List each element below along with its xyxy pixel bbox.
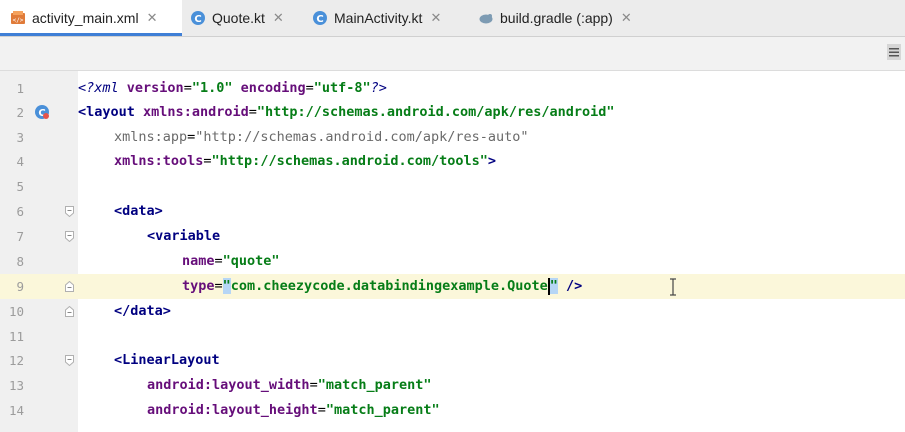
svg-text:</>: </> — [13, 17, 24, 24]
close-icon[interactable]: ✕ — [147, 10, 158, 26]
tab-build-gradle[interactable]: build.gradle (:app) ✕ — [478, 0, 648, 36]
close-icon[interactable]: ✕ — [621, 10, 632, 26]
kotlin-gutter-icon[interactable]: C — [33, 103, 51, 121]
tab-label: MainActivity.kt — [334, 10, 423, 26]
code-text: android:layout_height="match_parent" — [147, 402, 440, 418]
fold-icon[interactable] — [65, 355, 74, 366]
code-text: xmlns:app="http://schemas.android.com/ap… — [114, 129, 529, 145]
code-text: <layout xmlns:android="http://schemas.an… — [78, 104, 615, 120]
xml-file-icon: </> — [11, 11, 25, 24]
code-text: type="com.cheezycode.databindingexample.… — [182, 277, 583, 295]
line-number: 11 — [8, 329, 24, 344]
code-line: 13 android:layout_width="match_parent" — [0, 373, 905, 398]
line-number: 6 — [16, 204, 24, 219]
code-text: <LinearLayout — [114, 352, 220, 368]
line-number: 1 — [16, 81, 24, 96]
code-line: 2 C <layout xmlns:android="http://schema… — [0, 100, 905, 125]
code-text: <variable — [147, 228, 221, 244]
fold-icon[interactable] — [65, 231, 74, 242]
close-icon[interactable]: ✕ — [430, 10, 441, 26]
editor-toolbar-strip — [0, 37, 905, 71]
line-number: 2 — [16, 105, 24, 120]
code-line-current: 9 type="com.cheezycode.databindingexampl… — [0, 274, 905, 299]
code-text: <?xml version="1.0" encoding="utf-8"?> — [78, 80, 387, 96]
code-line: 5 — [0, 174, 905, 199]
line-number: 3 — [16, 130, 24, 145]
editor-tab-bar: </> activity_main.xml ✕ C Quote.kt ✕ C M… — [0, 0, 905, 37]
code-line: 4 xmlns:tools="http://schemas.android.co… — [0, 149, 905, 174]
code-line: 7 <variable — [0, 224, 905, 249]
line-number: 7 — [16, 229, 24, 244]
line-number: 12 — [8, 353, 24, 368]
tab-label: activity_main.xml — [32, 10, 139, 26]
close-icon[interactable]: ✕ — [273, 10, 284, 26]
code-line: 12 <LinearLayout — [0, 348, 905, 373]
tab-quote-kt[interactable]: C Quote.kt ✕ — [190, 0, 302, 36]
line-number: 8 — [16, 254, 24, 269]
line-number: 4 — [16, 154, 24, 169]
code-line: 1 <?xml version="1.0" encoding="utf-8"?> — [0, 76, 905, 101]
gradle-file-icon — [479, 14, 493, 24]
line-number: 9 — [16, 279, 24, 294]
tab-mainactivity-kt[interactable]: C MainActivity.kt ✕ — [312, 0, 470, 36]
code-line: 6 <data> — [0, 199, 905, 224]
tab-activity-main-xml[interactable]: </> activity_main.xml ✕ — [0, 0, 182, 36]
svg-text:C: C — [316, 14, 323, 25]
code-line: 10 </data> — [0, 299, 905, 324]
code-text: android:layout_width="match_parent" — [147, 377, 432, 393]
line-number: 5 — [16, 179, 24, 194]
code-line: 11 — [0, 324, 905, 349]
code-line: 8 name="quote" — [0, 249, 905, 274]
tab-label: Quote.kt — [212, 10, 265, 26]
line-number: 10 — [8, 304, 24, 319]
code-line: 14 android:layout_height="match_parent" — [0, 398, 905, 423]
tab-label: build.gradle (:app) — [500, 10, 613, 26]
fold-icon[interactable] — [65, 206, 74, 217]
menu-icon[interactable] — [887, 42, 901, 62]
mouse-ibeam-cursor-icon — [670, 278, 676, 296]
kotlin-file-icon: C — [313, 11, 327, 25]
fold-icon[interactable] — [65, 306, 74, 317]
code-text: name="quote" — [182, 253, 280, 269]
code-line: 3 xmlns:app="http://schemas.android.com/… — [0, 125, 905, 150]
code-text: <data> — [114, 203, 163, 219]
fold-icon[interactable] — [65, 281, 74, 292]
svg-text:C: C — [194, 14, 201, 25]
code-text: </data> — [114, 303, 171, 319]
code-text: xmlns:tools="http://schemas.android.com/… — [114, 153, 497, 169]
line-number: 13 — [8, 378, 24, 393]
line-number: 14 — [8, 403, 24, 418]
kotlin-file-icon: C — [191, 11, 205, 25]
